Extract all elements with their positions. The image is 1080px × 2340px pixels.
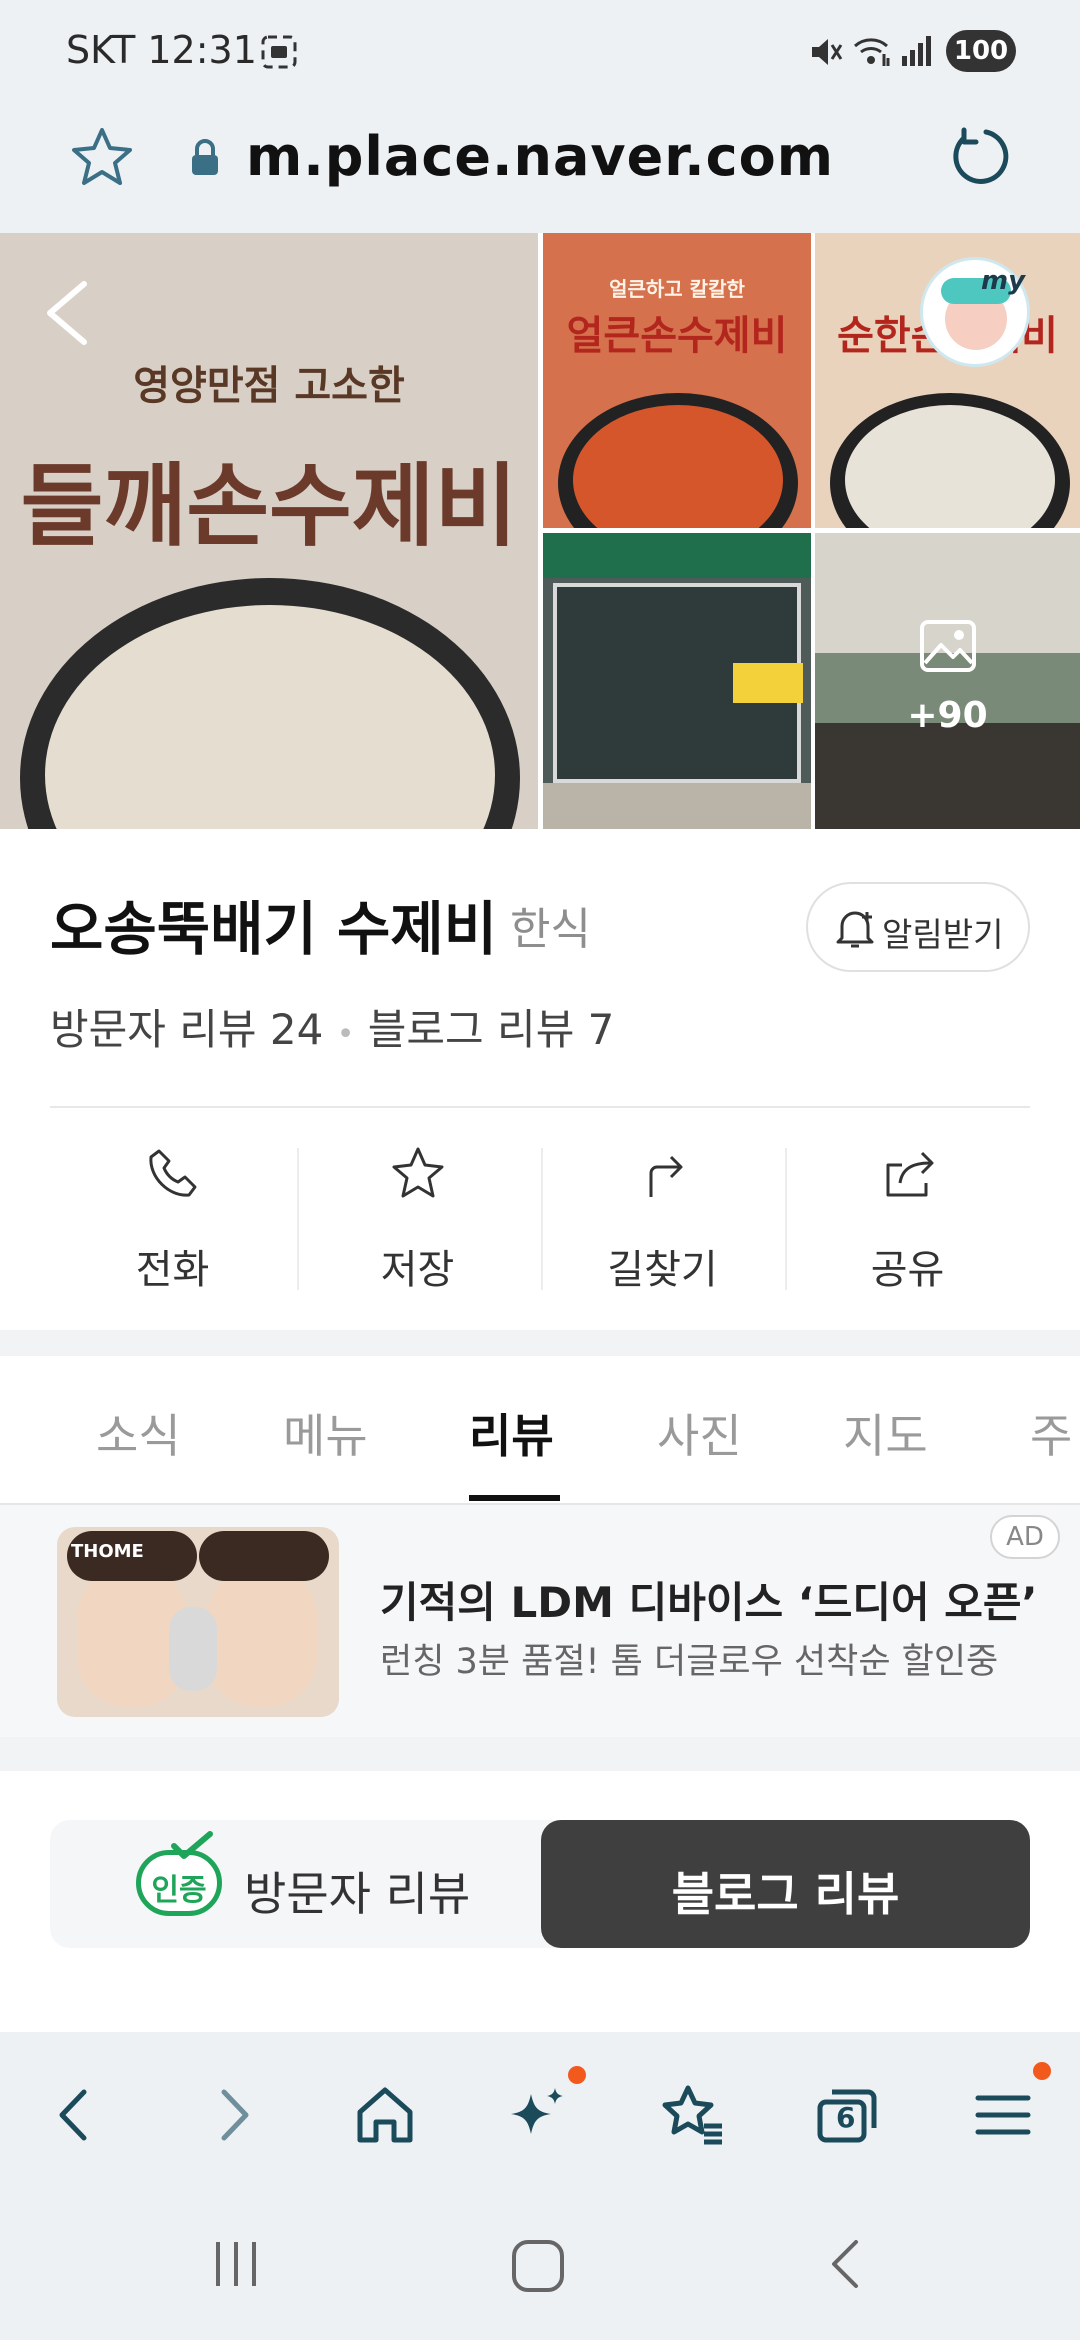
visitor-review-label: 방문자 리뷰 (244, 1867, 471, 1921)
more-photos-count: +90 (907, 695, 988, 736)
directions-button[interactable]: 길찾기 (540, 1145, 785, 1295)
ai-sparkle-icon[interactable] (503, 2080, 573, 2150)
forward-icon[interactable] (198, 2080, 268, 2150)
home-nav-icon[interactable] (508, 2236, 568, 2296)
recent-apps-icon[interactable] (208, 2236, 264, 2292)
photo-thumb-1[interactable]: 얼큰하고 칼칼한 얼큰손수제비 (543, 233, 811, 528)
visitor-review-tab[interactable]: 인증 방문자 리뷰 (50, 1820, 541, 1948)
tab-photos[interactable]: 사진 (657, 1400, 742, 1466)
check-icon (171, 1831, 213, 1859)
separator-dot: • (336, 1017, 355, 1052)
bell-plus-icon (836, 911, 874, 948)
blog-review-tab[interactable]: 블로그 리뷰 (541, 1820, 1030, 1948)
phone-icon (149, 1149, 197, 1197)
gallery-image-icon (920, 620, 976, 672)
directions-label: 길찾기 (607, 1247, 718, 1293)
section-gap (0, 1737, 1080, 1771)
ad-image: THOME (57, 1527, 339, 1717)
my-avatar-button[interactable]: my (920, 257, 1030, 367)
divider (50, 1106, 1030, 1108)
ad-hair-right (199, 1531, 329, 1581)
section-gap (0, 1330, 1080, 1356)
review-summary: 방문자 리뷰 24 • 블로그 리뷰 7 (50, 996, 614, 1057)
storefront-sidewalk (543, 783, 811, 829)
call-label: 전화 (135, 1247, 210, 1293)
subscribe-alarm-button[interactable]: 알림받기 (806, 882, 1030, 972)
signal-icon (902, 36, 931, 66)
browser-top-bar: SKT 12:31 100 m.place.naver.com (0, 0, 1080, 233)
back-nav-icon[interactable] (818, 2236, 874, 2292)
main-photo-title: 들깨손수제비 (20, 454, 518, 559)
star-icon (392, 1147, 444, 1198)
mute-icon (812, 39, 843, 65)
interior-tables (815, 723, 1080, 829)
storefront-awning (543, 533, 811, 578)
notification-dot (568, 2066, 586, 2084)
visitor-review-count[interactable]: 방문자 리뷰 24 (50, 1005, 323, 1054)
status-carrier-time: SKT 12:31 (66, 28, 257, 72)
ad-face-right (207, 1567, 317, 1707)
battery-indicator: 100 (946, 30, 1016, 72)
share-icon (886, 1151, 934, 1197)
ad-badge[interactable]: AD (990, 1515, 1060, 1559)
home-icon[interactable] (350, 2080, 420, 2150)
refresh-icon[interactable] (948, 124, 1012, 188)
url-display[interactable]: m.place.naver.com (0, 125, 1080, 188)
ad-title: 기적의 LDM 디바이스 ‘드디어 오픈’ (380, 1578, 1038, 1627)
tab-more-partial[interactable]: 주 (1030, 1400, 1080, 1466)
photo-gallery[interactable]: 영양만점 고소한 들깨손수제비 얼큰하고 칼칼한 얼큰손수제비 깔끔 순한손수제… (0, 233, 1080, 829)
ad-banner[interactable]: THOME 기적의 LDM 디바이스 ‘드디어 오픈’ 런칭 3분 품절! 톰 … (0, 1505, 1080, 1737)
photo-thumb-4[interactable]: +90 (815, 533, 1080, 829)
bookmarks-icon[interactable] (658, 2080, 728, 2150)
share-button[interactable]: 공유 (785, 1145, 1030, 1295)
notification-dot (1033, 2062, 1051, 2080)
photo-thumb-2[interactable]: 깔끔 순한손수제비 my (815, 233, 1080, 528)
place-name: 오송뚝배기 수제비 (50, 895, 498, 963)
ad-brand: THOME (71, 1541, 144, 1562)
main-photo[interactable]: 영양만점 고소한 들깨손수제비 (0, 233, 538, 829)
save-button[interactable]: 저장 (295, 1145, 540, 1295)
alarm-label: 알림받기 (882, 915, 1004, 954)
call-button[interactable]: 전화 (50, 1145, 295, 1295)
main-photo-subtitle: 영양만점 고소한 (133, 363, 405, 409)
save-label: 저장 (380, 1247, 455, 1293)
verified-badge-label: 인증 (151, 1873, 207, 1908)
blog-review-label: 블로그 리뷰 (671, 1867, 900, 1921)
share-label: 공유 (870, 1247, 945, 1293)
screenshot-icon (261, 35, 297, 69)
photo1-title: 얼큰손수제비 (566, 313, 788, 359)
avatar-my-label: my (981, 266, 1026, 296)
tab-menu[interactable]: 메뉴 (283, 1400, 368, 1466)
back-icon[interactable] (40, 2080, 110, 2150)
tab-count: 6 (836, 2101, 856, 2134)
storefront-sign (733, 663, 803, 703)
place-category: 한식 (510, 904, 591, 955)
ad-device (169, 1607, 217, 1691)
tab-reviews[interactable]: 리뷰 (469, 1400, 554, 1466)
tab-map[interactable]: 지도 (843, 1400, 928, 1466)
wifi-icon (854, 38, 890, 66)
active-tab-indicator (469, 1495, 560, 1501)
menu-icon[interactable] (968, 2080, 1038, 2150)
photo1-subtitle: 얼큰하고 칼칼한 (609, 277, 745, 301)
photo-thumb-3[interactable] (543, 533, 811, 829)
blog-review-count[interactable]: 블로그 리뷰 7 (368, 1005, 615, 1054)
directions-icon (649, 1155, 683, 1197)
review-type-toggle: 인증 방문자 리뷰 블로그 리뷰 (50, 1820, 1030, 1948)
tab-news[interactable]: 소식 (96, 1400, 181, 1466)
back-arrow-icon[interactable] (40, 278, 96, 348)
ad-subtitle: 런칭 3분 품절! 톰 더글로우 선착순 할인중 (380, 1642, 999, 1682)
